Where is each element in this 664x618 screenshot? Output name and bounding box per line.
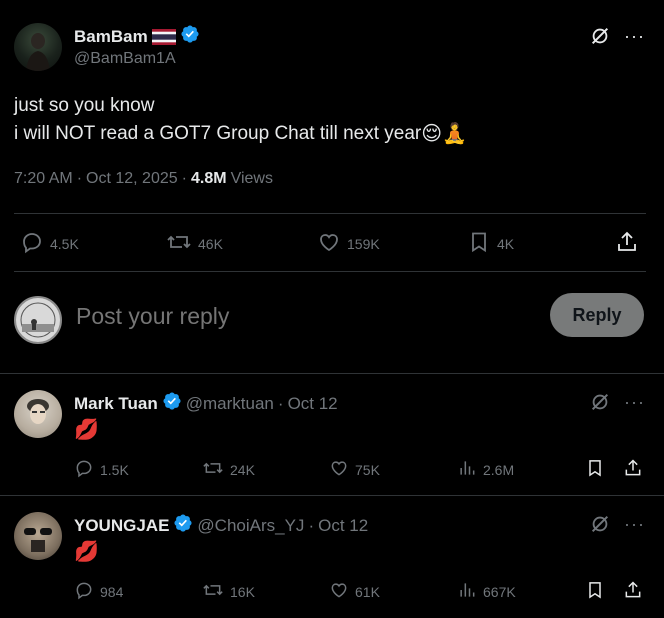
bookmark-count: 4K [497,235,515,252]
repost-count: 46K [198,235,223,252]
divider [0,373,664,374]
reply-avatar[interactable] [14,512,62,560]
reply-date[interactable]: Oct 12 [288,394,338,414]
repost-count: 16K [230,583,255,600]
repost-icon [202,458,224,481]
post-text-line1: just so you know [14,95,155,116]
reply-button[interactable]: Reply [550,293,644,337]
verified-badge-icon [180,24,200,49]
repost-count-button[interactable]: 16K [202,580,255,603]
post-date[interactable]: Oct 12, 2025 [86,170,178,188]
grok-icon[interactable] [589,25,611,47]
like-count-button[interactable]: 75K [329,458,380,481]
analytics-icon [457,580,477,603]
reply-icon [74,580,94,603]
reply-count-button[interactable]: 1.5K [74,458,129,481]
reply-count: 1.5K [100,461,129,478]
author-handle[interactable]: @BamBam1A [74,50,176,68]
more-options-icon[interactable]: ··· [624,514,645,535]
views-count: 667K [483,583,516,600]
author-avatar[interactable] [14,23,62,71]
thailand-flag-icon [151,28,176,45]
views-count-button[interactable]: 667K [457,580,516,603]
reply-count: 984 [100,583,124,600]
analytics-icon [457,458,477,481]
views-count: 4.8M [190,170,227,187]
views-count: 2.6M [483,461,515,478]
reply-input[interactable] [76,298,536,334]
author-name[interactable]: BamBam [74,27,148,47]
reply-author-name[interactable]: YOUNGJAE [74,516,169,536]
reply-author-name[interactable]: Mark Tuan [74,394,158,414]
repost-count: 24K [230,461,255,478]
reply-text: 💋 [74,541,99,563]
like-count-button[interactable]: 159K [317,230,380,257]
post-emojis: 😌🧘 [421,123,468,145]
reply-author-handle[interactable]: @ChoiArs_YJ [197,516,304,536]
views-count-button[interactable]: 2.6M [457,458,514,481]
reply-icon [20,230,44,257]
repost-count-button[interactable]: 46K [166,230,223,257]
views-label: Views [230,170,273,187]
bookmark-icon[interactable] [585,580,605,605]
bookmark-icon[interactable] [585,458,605,483]
verified-badge-icon [162,391,182,416]
grok-icon[interactable] [589,391,611,413]
reply-count: 4.5K [50,235,79,252]
share-icon[interactable] [623,580,643,605]
post-time[interactable]: 7:20 AM [14,170,73,188]
heart-icon [329,580,349,603]
bookmark-icon [467,230,491,257]
reply-date[interactable]: Oct 12 [318,516,368,536]
post-text-line2: i will NOT read a GOT7 Group Chat till n… [14,123,422,144]
divider [0,495,664,496]
reply-icon [74,458,94,481]
reply-text: 💋 [74,419,99,441]
divider [14,271,646,272]
heart-icon [329,458,349,481]
current-user-avatar[interactable] [14,296,62,344]
reply-avatar[interactable] [14,390,62,438]
verified-badge-icon [173,513,193,538]
divider [14,213,646,214]
like-count: 75K [355,461,380,478]
more-options-icon[interactable]: ··· [624,26,645,47]
repost-count-button[interactable]: 24K [202,458,255,481]
like-count-button[interactable]: 61K [329,580,380,603]
repost-icon [166,230,192,257]
grok-icon[interactable] [589,513,611,535]
reply-count-button[interactable]: 4.5K [20,230,79,257]
reply-count-button[interactable]: 984 [74,580,123,603]
heart-icon [317,230,341,257]
repost-icon [202,580,224,603]
bookmark-count-button[interactable]: 4K [467,230,514,257]
like-count: 159K [347,235,380,252]
more-options-icon[interactable]: ··· [624,392,645,413]
share-icon[interactable] [623,458,643,483]
like-count: 61K [355,583,380,600]
reply-author-handle[interactable]: @marktuan [186,394,274,414]
share-icon[interactable] [615,230,639,259]
